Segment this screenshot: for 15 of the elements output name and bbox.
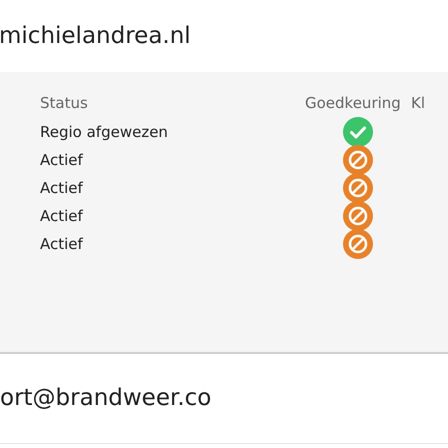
status-text: Regio afgewezen xyxy=(40,122,169,143)
status-text: Actief xyxy=(40,234,84,255)
column-header: Kl xyxy=(411,92,426,114)
email-text: ort@brandweer.co xyxy=(0,384,212,414)
check-icon xyxy=(343,117,373,147)
prohibited-icon xyxy=(343,145,373,175)
status-text: Actief xyxy=(40,206,84,227)
status-text: Actief xyxy=(40,178,84,199)
prohibited-icon xyxy=(343,201,373,231)
domain-title: michielandrea.nl xyxy=(0,22,191,51)
column-header: Goedkeuring xyxy=(305,92,402,114)
column-header: Status xyxy=(40,92,89,114)
prohibited-icon xyxy=(343,173,373,203)
status-text: Actief xyxy=(40,150,84,171)
prohibited-icon xyxy=(343,229,373,259)
